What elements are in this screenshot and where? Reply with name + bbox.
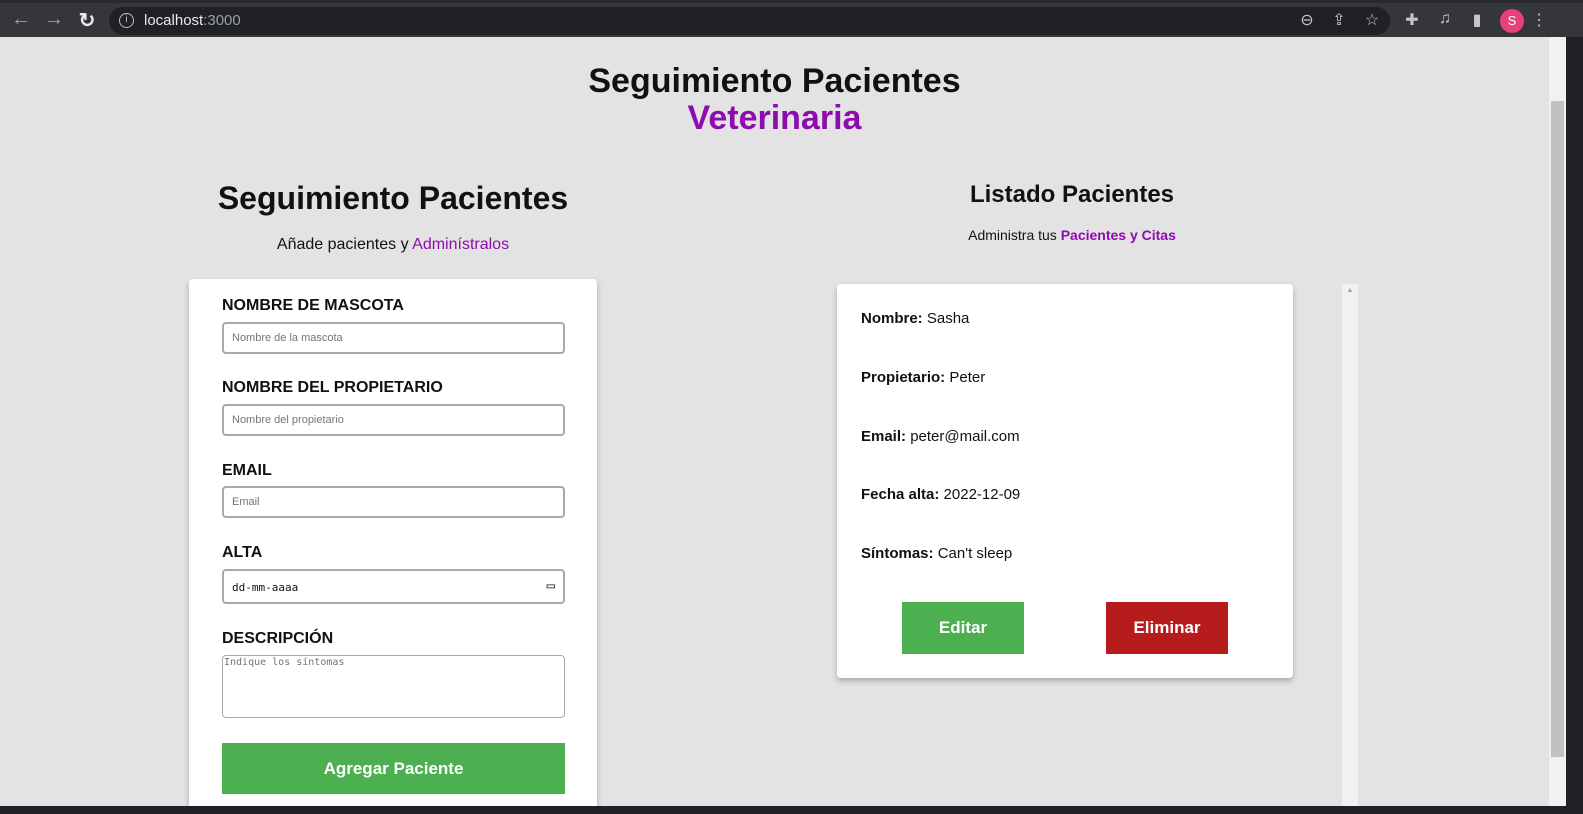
date-input[interactable]: dd-mm-aaaa ▭ — [222, 569, 565, 604]
form-intro: Añade pacientes y Adminístralos — [189, 236, 597, 254]
extensions-icon[interactable]: ✚ — [1401, 10, 1423, 30]
reload-icon[interactable]: ↻ — [75, 8, 99, 33]
forward-icon[interactable]: → — [42, 8, 66, 31]
edit-button[interactable]: Editar — [902, 602, 1024, 654]
name-label: Nombre: — [861, 310, 923, 327]
scroll-up-icon[interactable]: ▲ — [1342, 287, 1358, 294]
patient-email: Email: peter@mail.com — [861, 428, 1020, 445]
email-label: EMAIL — [222, 462, 272, 479]
date-label: ALTA — [222, 544, 263, 561]
form-intro-link: Adminístralos — [412, 236, 510, 253]
list-intro: Administra tus Pacientes y Citas — [837, 227, 1307, 243]
browser-toolbar: ← → ↻ i localhost:3000 ⊖ ⇪ ☆ ✚ ♫ ▮ S ⋮ — [0, 0, 1583, 37]
star-icon[interactable]: ☆ — [1361, 10, 1383, 30]
page: Seguimiento Pacientes Veterinaria Seguim… — [0, 37, 1549, 806]
url-text: localhost:3000 — [144, 12, 241, 29]
calendar-icon[interactable]: ▭ — [547, 578, 555, 594]
owner-name-label: NOMBRE DEL PROPIETARIO — [222, 379, 443, 396]
description-textarea[interactable]: Indique los síntomas — [222, 655, 565, 718]
url-host: localhost — [144, 12, 204, 29]
owner-name-input[interactable]: Nombre del propietario — [222, 404, 565, 436]
patient-date: Fecha alta: 2022-12-09 — [861, 486, 1020, 503]
avatar[interactable]: S — [1500, 9, 1524, 33]
list-scrollbar[interactable]: ▲ — [1342, 284, 1358, 806]
patient-owner: Propietario: Peter — [861, 369, 985, 386]
symptoms-label: Síntomas: — [861, 545, 934, 562]
list-title: Listado Pacientes — [969, 181, 1175, 208]
date-placeholder: dd-mm-aaaa — [232, 581, 299, 594]
address-bar[interactable]: i localhost:3000 ⊖ ⇪ ☆ — [109, 7, 1390, 35]
list-intro-text: Administra tus — [968, 227, 1061, 243]
email-value: peter@mail.com — [910, 428, 1020, 445]
zoom-icon[interactable]: ⊖ — [1296, 10, 1318, 30]
name-value: Sasha — [926, 310, 970, 327]
media-icon[interactable]: ♫ — [1434, 10, 1456, 28]
delete-button[interactable]: Eliminar — [1106, 602, 1228, 654]
form-title: Seguimiento Pacientes — [217, 180, 569, 216]
owner-value: Peter — [949, 369, 986, 386]
list-intro-link: Pacientes y Citas — [1060, 227, 1176, 243]
info-icon[interactable]: i — [119, 13, 134, 28]
add-patient-button[interactable]: Agregar Paciente — [222, 743, 565, 794]
date-value: 2022-12-09 — [943, 486, 1021, 503]
back-icon[interactable]: ← — [9, 8, 33, 31]
date-label: Fecha alta: — [861, 486, 940, 503]
patient-symptoms: Síntomas: Can't sleep — [861, 545, 1012, 562]
page-subtitle: Veterinaria — [687, 99, 862, 137]
menu-icon[interactable]: ⋮ — [1528, 10, 1550, 30]
patient-card: Nombre: Sasha Propietario: Peter Email: … — [837, 284, 1293, 678]
share-icon[interactable]: ⇪ — [1328, 10, 1350, 30]
owner-label: Propietario: — [861, 369, 946, 386]
description-label: DESCRIPCIÓN — [222, 630, 334, 647]
side-panel-icon[interactable]: ▮ — [1466, 10, 1488, 30]
patient-name: Nombre: Sasha — [861, 310, 969, 327]
scrollbar-thumb[interactable] — [1551, 101, 1564, 757]
url-port: :3000 — [203, 12, 241, 29]
pet-name-input[interactable]: Nombre de la mascota — [222, 322, 565, 354]
patient-form: NOMBRE DE MASCOTA Nombre de la mascota N… — [189, 279, 597, 806]
symptoms-value: Can't sleep — [937, 545, 1013, 562]
email-input[interactable]: Email — [222, 486, 565, 518]
pet-name-label: NOMBRE DE MASCOTA — [222, 297, 404, 314]
form-intro-text: Añade pacientes y — [276, 236, 413, 253]
email-label: Email: — [861, 428, 907, 445]
page-scrollbar[interactable] — [1549, 37, 1566, 806]
page-title: Seguimiento Pacientes — [588, 62, 961, 100]
